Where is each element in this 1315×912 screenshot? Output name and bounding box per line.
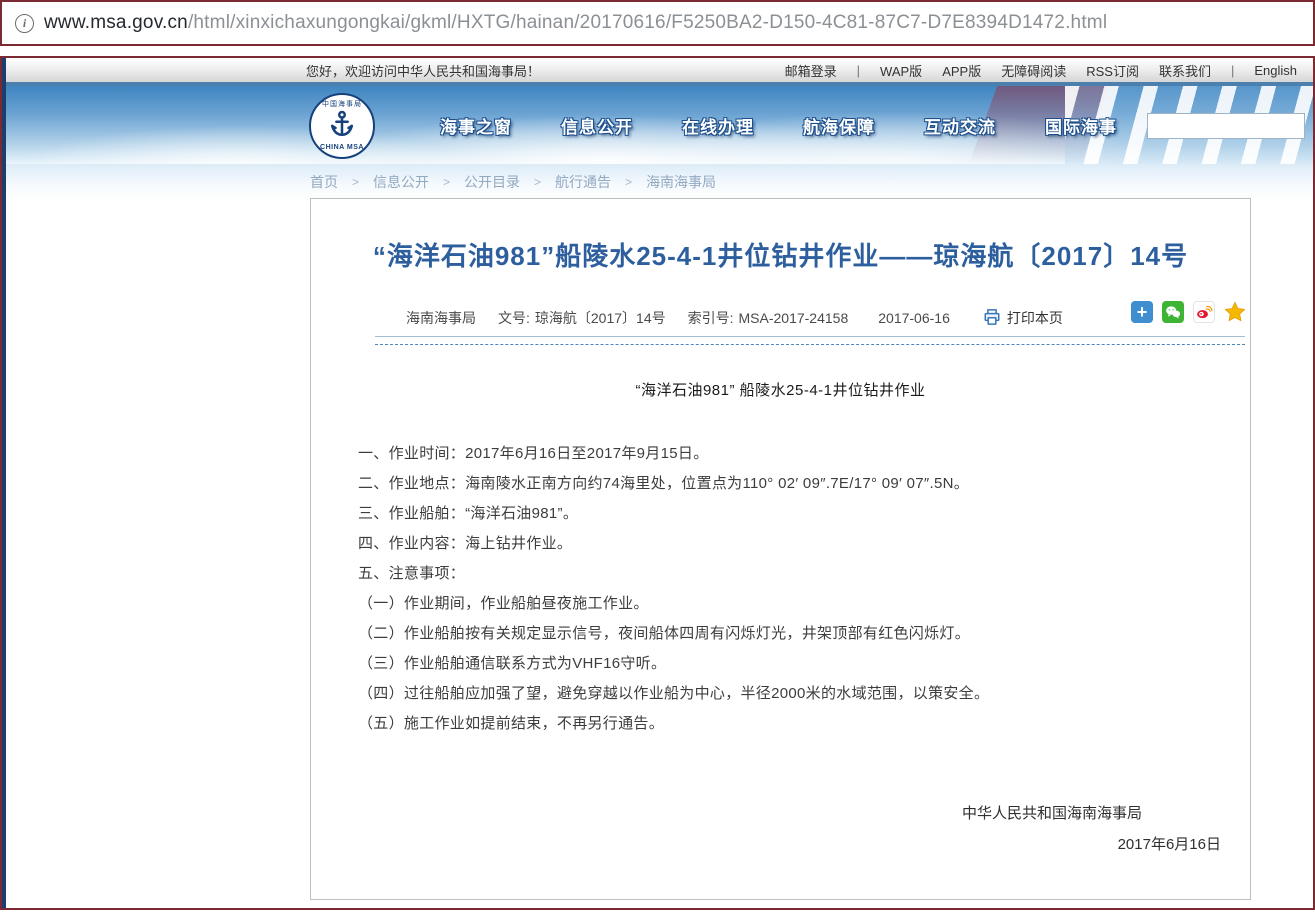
breadcrumb-separator: > xyxy=(443,175,450,189)
meta-index-number: 索引号: MSA-2017-24158 xyxy=(688,308,849,328)
article-title: “海洋石油981”船陵水25-4-1井位钻井作业——琼海航〔2017〕14号 xyxy=(311,239,1250,273)
breadcrumb-navigation-notice[interactable]: 航行通告 xyxy=(555,172,611,192)
nav-item-navigation-support[interactable]: 航海保障 xyxy=(803,113,875,138)
paragraph-note-5: （五）施工作业如提前结束，不再另行通告。 xyxy=(358,709,1212,739)
utility-bar: 您好，欢迎访问中华人民共和国海事局！ 邮箱登录 | WAP版 APP版 无障碍阅… xyxy=(6,58,1313,82)
paragraph-work-content: 四、作业内容：海上钻井作业。 xyxy=(358,529,1212,559)
anchor-icon xyxy=(327,109,357,144)
site-search xyxy=(1147,113,1305,139)
meta-doc-number-label: 文号: xyxy=(498,308,530,328)
link-app[interactable]: APP版 xyxy=(942,61,981,80)
china-msa-logo[interactable]: 中国海事局 CHINA MSA xyxy=(309,93,375,159)
nav-item-interaction[interactable]: 互动交流 xyxy=(924,113,996,138)
meta-separator-solid xyxy=(375,336,1245,337)
printer-icon xyxy=(982,308,1002,329)
info-icon[interactable]: i xyxy=(15,14,34,33)
breadcrumb-public-catalog[interactable]: 公开目录 xyxy=(464,172,520,192)
logo-chinese-text: 中国海事局 xyxy=(322,101,362,109)
breadcrumb-separator: > xyxy=(534,175,541,189)
utility-links: 邮箱登录 | WAP版 APP版 无障碍阅读 RSS订阅 联系我们 | Engl… xyxy=(785,61,1297,80)
share-bar: + xyxy=(1131,301,1246,323)
document-heading: “海洋石油981” 船陵水25-4-1井位钻井作业 xyxy=(311,381,1250,401)
nav-item-maritime-window[interactable]: 海事之窗 xyxy=(440,113,512,138)
breadcrumb-home[interactable]: 首页 xyxy=(310,172,338,192)
paragraph-note-1: （一）作业期间，作业船舶昼夜施工作业。 xyxy=(358,589,1212,619)
meta-date: 2017-06-16 xyxy=(878,310,950,326)
article-meta: 海南海事局 文号: 琼海航〔2017〕14号 索引号: MSA-2017-241… xyxy=(406,305,1085,331)
paragraph-note-3: （三）作业船舶通信联系方式为VHF16守听。 xyxy=(358,649,1212,679)
browser-url-bar[interactable]: i www.msa.gov.cn/html/xinxichaxungongkai… xyxy=(0,0,1315,46)
signature-authority: 中华人民共和国海南海事局 xyxy=(311,800,1142,828)
page-viewport: 您好，欢迎访问中华人民共和国海事局！ 邮箱登录 | WAP版 APP版 无障碍阅… xyxy=(0,56,1315,910)
url-path: /html/xinxichaxungongkai/gkml/HXTG/haina… xyxy=(188,12,1107,33)
breadcrumb-info-disclosure[interactable]: 信息公开 xyxy=(373,172,429,192)
nav-item-info-disclosure[interactable]: 信息公开 xyxy=(561,113,633,138)
paragraph-work-location: 二、作业地点：海南陵水正南方向约74海里处，位置点为110° 02′ 09″.7… xyxy=(358,469,1212,499)
meta-separator-dashed xyxy=(375,344,1245,345)
link-english[interactable]: English xyxy=(1254,63,1297,78)
url-domain: www.msa.gov.cn xyxy=(44,12,188,33)
meta-department: 海南海事局 xyxy=(406,308,476,328)
article-container: “海洋石油981”船陵水25-4-1井位钻井作业——琼海航〔2017〕14号 海… xyxy=(310,198,1251,900)
nav-item-online-services[interactable]: 在线办理 xyxy=(682,113,754,138)
breadcrumb-band: 首页 > 信息公开 > 公开目录 > 航行通告 > 海南海事局 xyxy=(6,164,1313,200)
search-input[interactable] xyxy=(1148,114,1313,138)
main-navigation: 海事之窗 信息公开 在线办理 航海保障 互动交流 国际海事 xyxy=(440,86,1117,164)
paragraph-notes-header: 五、注意事项： xyxy=(358,559,1212,589)
breadcrumb-hainan-msa[interactable]: 海南海事局 xyxy=(646,172,716,192)
link-rss[interactable]: RSS订阅 xyxy=(1086,61,1139,80)
meta-index-value: MSA-2017-24158 xyxy=(739,310,849,326)
meta-doc-number: 文号: 琼海航〔2017〕14号 xyxy=(498,308,666,328)
weibo-share-icon[interactable] xyxy=(1193,301,1215,323)
paragraph-work-vessel: 三、作业船舶：“海洋石油981”。 xyxy=(358,499,1212,529)
breadcrumb: 首页 > 信息公开 > 公开目录 > 航行通告 > 海南海事局 xyxy=(310,172,716,192)
welcome-text: 您好，欢迎访问中华人民共和国海事局！ xyxy=(306,61,540,80)
document-body: 一、作业时间：2017年6月16日至2017年9月15日。 二、作业地点：海南陵… xyxy=(358,439,1212,739)
url-text[interactable]: www.msa.gov.cn/html/xinxichaxungongkai/g… xyxy=(44,12,1107,34)
paragraph-note-4: （四）过往船舶应加强了望，避免穿越以作业船为中心，半径2000米的水域范围，以策… xyxy=(358,679,1212,709)
link-accessibility[interactable]: 无障碍阅读 xyxy=(1001,61,1066,80)
print-page-label: 打印本页 xyxy=(1007,308,1063,328)
paragraph-work-time: 一、作业时间：2017年6月16日至2017年9月15日。 xyxy=(358,439,1212,469)
site-header: 中国海事局 CHINA MSA 海事之窗 信息公开 在线办理 xyxy=(6,82,1313,164)
link-wap[interactable]: WAP版 xyxy=(880,61,922,80)
print-page-button[interactable]: 打印本页 xyxy=(982,308,1063,329)
signature-date: 2017年6月16日 xyxy=(311,831,1221,859)
breadcrumb-separator: > xyxy=(625,175,632,189)
link-contact[interactable]: 联系我们 xyxy=(1159,61,1211,80)
wechat-share-icon[interactable] xyxy=(1162,301,1184,323)
browser-window: i www.msa.gov.cn/html/xinxichaxungongkai… xyxy=(0,0,1315,912)
logo-english-text: CHINA MSA xyxy=(320,144,364,152)
breadcrumb-separator: > xyxy=(352,175,359,189)
meta-index-label: 索引号: xyxy=(688,308,734,328)
paragraph-note-2: （二）作业船舶按有关规定显示信号，夜间船体四周有闪烁灯光，井架顶部有红色闪烁灯。 xyxy=(358,619,1212,649)
nav-item-international[interactable]: 国际海事 xyxy=(1045,113,1117,138)
share-more-icon[interactable]: + xyxy=(1131,301,1153,323)
meta-doc-number-value: 琼海航〔2017〕14号 xyxy=(535,308,666,328)
link-mail-login[interactable]: 邮箱登录 xyxy=(785,61,837,80)
utility-divider: | xyxy=(1231,63,1234,78)
utility-divider: | xyxy=(857,63,860,78)
qzone-share-icon[interactable] xyxy=(1224,301,1246,323)
